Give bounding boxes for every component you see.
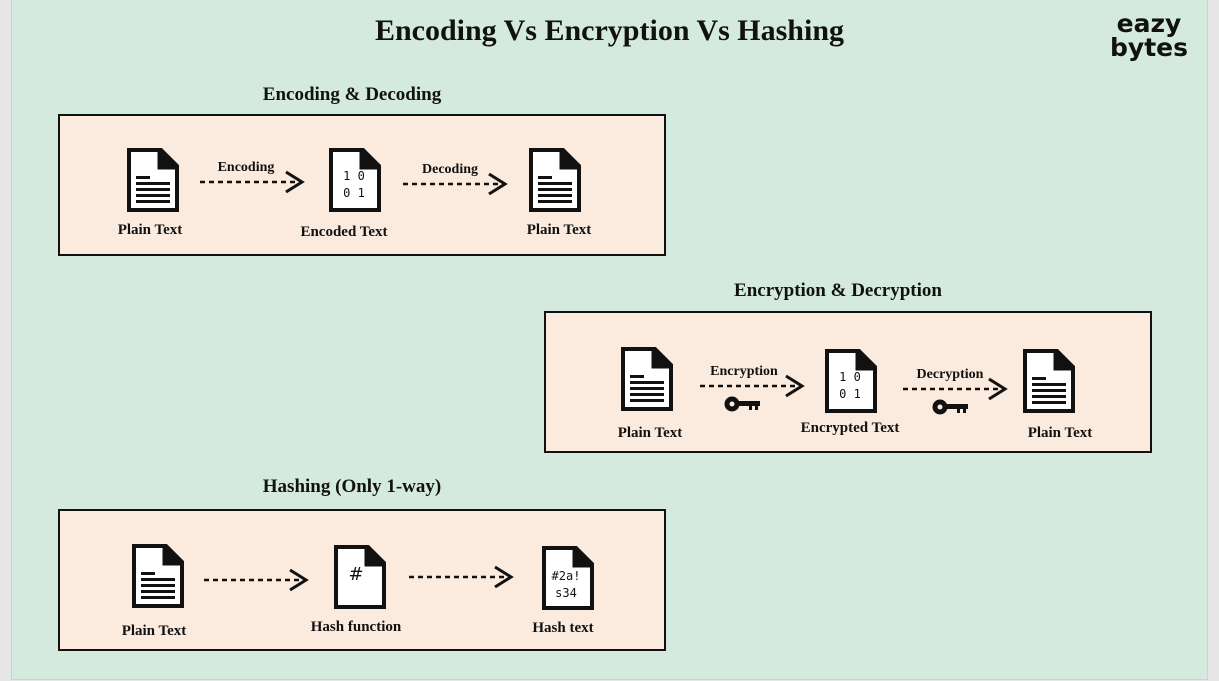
- hashing-panel: Plain Text # Hash function #2a! s34 Hash…: [58, 509, 666, 651]
- hash-output-row: s34: [555, 586, 577, 600]
- hash-symbol: #: [348, 564, 364, 585]
- hash-output-row: #2a!: [551, 569, 581, 583]
- hashing-section-title: Hashing (Only 1-way): [262, 476, 442, 497]
- binary-row: 1 0: [343, 169, 365, 183]
- encoding-panel: Plain Text Encoding 1 0 0 1 Encoded Text…: [58, 114, 666, 256]
- document-binary-content: 1 0 0 1: [830, 369, 870, 403]
- logo-line-2: bytes: [1110, 33, 1188, 62]
- hash-output-content: #2a! s34: [546, 568, 586, 602]
- document-binary-content: 1 0 0 1: [334, 168, 374, 202]
- encryption-panel: Plain Text Encryption 1 0 0 1 Encrypted …: [544, 311, 1152, 453]
- encryption-node-label: Plain Text: [1027, 425, 1093, 441]
- plain-document-icon: [621, 347, 673, 411]
- plain-document-icon: [132, 544, 184, 608]
- plain-document-icon: [1023, 349, 1075, 413]
- plain-document-icon: [127, 148, 179, 212]
- dashed-arrow-icon: [200, 170, 305, 194]
- dashed-arrow-icon: [409, 565, 514, 589]
- encoding-section-title: Encoding & Decoding: [262, 84, 442, 105]
- page-title: Encoding Vs Encryption Vs Hashing: [374, 14, 845, 47]
- eazybytes-logo: eazy bytes: [1104, 11, 1194, 62]
- binary-row: 1 0: [839, 370, 861, 384]
- encryption-node-label: Plain Text: [617, 425, 683, 441]
- hashing-node-label: Hash text: [532, 620, 594, 636]
- canvas: Encoding Vs Encryption Vs Hashing eazy b…: [12, 0, 1207, 679]
- encoding-node-label: Encoded Text: [300, 224, 388, 240]
- key-icon: [932, 399, 968, 415]
- dashed-arrow-icon: [204, 568, 309, 592]
- encoding-node-label: Plain Text: [526, 222, 592, 238]
- binary-row: 0 1: [343, 186, 365, 200]
- encryption-node-label: Encrypted Text: [800, 420, 900, 436]
- key-icon: [724, 396, 760, 412]
- plain-document-icon: [529, 148, 581, 212]
- binary-row: 0 1: [839, 387, 861, 401]
- encryption-section-title: Encryption & Decryption: [734, 280, 942, 301]
- hashing-node-label: Plain Text: [121, 623, 187, 639]
- dashed-arrow-icon: [403, 172, 508, 196]
- encoding-node-label: Plain Text: [117, 222, 183, 238]
- hashing-node-label: Hash function: [310, 619, 402, 635]
